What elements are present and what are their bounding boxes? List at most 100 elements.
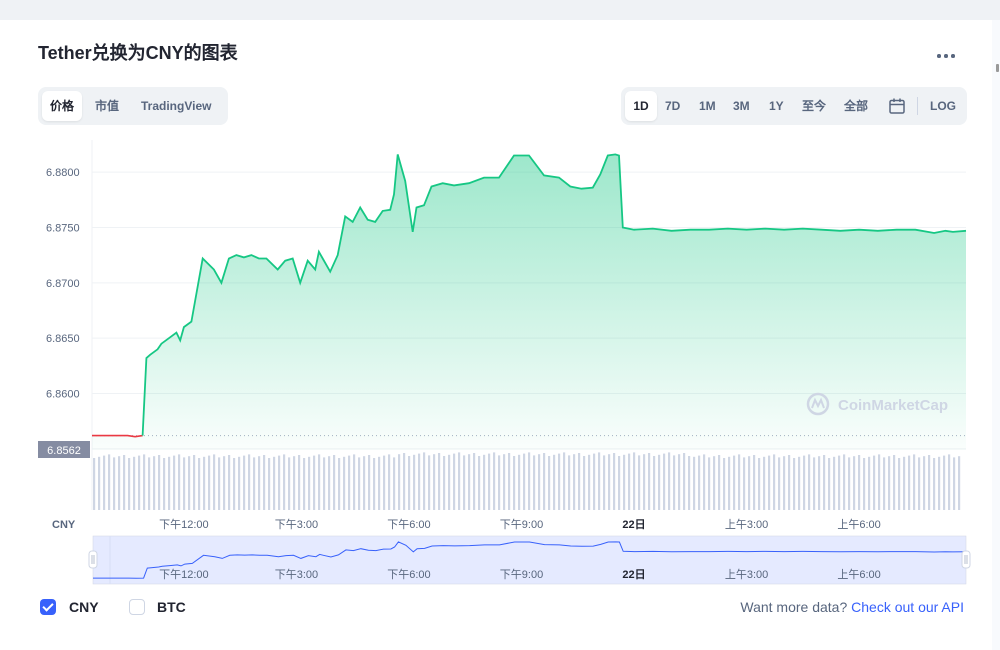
volume-bar — [663, 453, 666, 510]
volume-bar — [508, 453, 511, 510]
volume-bar — [158, 455, 161, 510]
volume-bar — [398, 454, 401, 510]
volume-bar — [573, 454, 576, 510]
volume-bar — [363, 456, 366, 510]
volume-bar — [343, 456, 346, 510]
volume-bar — [348, 455, 351, 510]
volume-bar — [503, 454, 506, 510]
x-tick-label: 下午6:00 — [387, 518, 430, 531]
navigator-tick-label: 下午9:00 — [500, 568, 543, 581]
navigator-handle-left[interactable] — [88, 550, 98, 569]
volume-bar — [873, 455, 876, 510]
volume-bar — [588, 454, 591, 510]
volume-bar — [733, 455, 736, 510]
y-tick-label: 6.8700 — [46, 278, 80, 290]
range-navigator[interactable]: 下午12:00 下午3:00 下午6:00 下午9:00 22日 上午3:00 上午6:00 — [88, 535, 971, 585]
navigator-tick-label: 上午6:00 — [837, 568, 880, 581]
volume-bar — [148, 457, 151, 510]
volume-bar — [178, 454, 181, 510]
volume-bar — [548, 456, 551, 510]
volume-bar — [928, 455, 931, 510]
volume-bar — [783, 456, 786, 510]
volume-bar — [813, 457, 816, 510]
volume-bar — [293, 456, 296, 510]
volume-bar — [793, 458, 796, 510]
volume-bar — [823, 455, 826, 510]
volume-bar — [203, 456, 206, 510]
volume-bar — [218, 457, 221, 510]
volume-bar — [358, 457, 361, 510]
volume-bar — [623, 454, 626, 510]
volume-bar — [943, 455, 946, 510]
y-tick-label: 6.8600 — [46, 389, 80, 401]
volume-bar — [128, 458, 131, 510]
volume-bar — [923, 456, 926, 510]
navigator-tick-label: 下午6:00 — [387, 568, 430, 581]
volume-bar — [318, 454, 321, 510]
volume-bar — [658, 454, 661, 510]
volume-bar — [313, 455, 316, 510]
volume-bar — [438, 453, 441, 510]
checkbox-cny[interactable] — [40, 599, 56, 615]
volume-bar — [378, 456, 381, 510]
volume-bar — [938, 456, 941, 510]
volume-bar — [893, 455, 896, 510]
x-tick-label: 上午3:00 — [725, 518, 768, 531]
volume-bar — [738, 454, 741, 510]
volume-bar — [933, 458, 936, 510]
volume-bar — [863, 458, 866, 510]
checkbox-btc[interactable] — [129, 599, 145, 615]
volume-bar — [353, 454, 356, 510]
price-chart[interactable]: 6.88006.87506.87006.86506.86006.8550 下午1… — [0, 0, 1000, 650]
volume-bar — [898, 458, 901, 510]
volume-bar — [748, 456, 751, 510]
volume-bar — [633, 452, 636, 510]
volume-bar — [453, 453, 456, 510]
volume-bar — [803, 455, 806, 510]
api-link[interactable]: Check out our API — [851, 599, 964, 615]
volume-bar — [273, 456, 276, 510]
legend-btc[interactable]: BTC — [129, 598, 199, 620]
volume-bar — [538, 454, 541, 510]
volume-bar — [718, 455, 721, 510]
volume-bar — [913, 454, 916, 510]
volume-bar — [418, 453, 421, 510]
volume-bar — [753, 455, 756, 510]
volume-bar — [843, 454, 846, 510]
volume-bar — [763, 456, 766, 510]
volume-bar — [808, 454, 811, 510]
volume-bar — [598, 452, 601, 510]
volume-bar — [758, 458, 761, 510]
volume-bar — [578, 453, 581, 510]
x-tick-label: 上午6:00 — [837, 518, 880, 531]
volume-bar — [958, 456, 961, 510]
volume-bar — [613, 453, 616, 510]
volume-bar — [948, 454, 951, 510]
volume-bar — [253, 457, 256, 510]
volume-bar — [283, 454, 286, 510]
volume-bar — [133, 456, 136, 510]
volume-bar — [833, 456, 836, 510]
volume-bar — [583, 456, 586, 510]
volume-bar — [458, 452, 461, 510]
volume-bar — [258, 456, 261, 510]
volume-bar — [703, 454, 706, 510]
navigator-handle-right[interactable] — [961, 550, 971, 569]
volume-bar — [243, 455, 246, 510]
more-data-text: Want more data? — [740, 599, 848, 615]
y-tick-label: 6.8650 — [46, 333, 80, 345]
volume-bar — [773, 454, 776, 510]
volume-bar — [723, 458, 726, 510]
navigator-tick-label: 下午3:00 — [275, 568, 318, 581]
volume-bar — [118, 456, 121, 510]
volume-bar — [713, 456, 716, 510]
navigator-tick-label: 上午3:00 — [725, 568, 768, 581]
y-tick-label: 6.8750 — [46, 222, 80, 234]
volume-bar — [323, 457, 326, 510]
volume-bar — [193, 455, 196, 510]
x-tick-label: 22日 — [622, 518, 645, 531]
legend-cny[interactable]: CNY — [40, 598, 110, 620]
volume-bar — [628, 453, 631, 510]
volume-bar — [908, 455, 911, 510]
volume-bar — [593, 453, 596, 510]
